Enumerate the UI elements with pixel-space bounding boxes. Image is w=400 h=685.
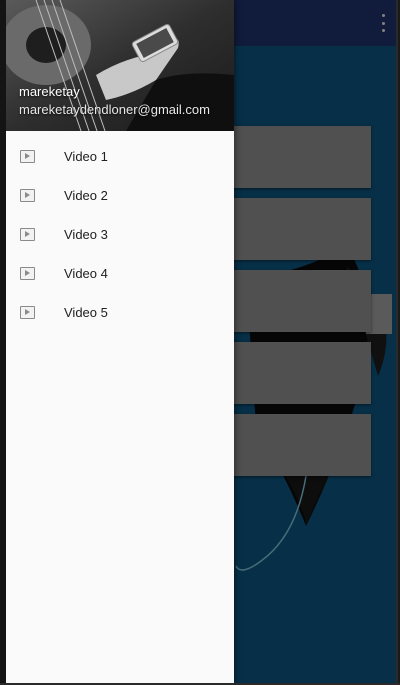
play-icon <box>20 306 35 319</box>
drawer-header: mareketay mareketaydendloner@gmail.com <box>6 0 234 131</box>
nav-item-label: Video 1 <box>64 149 108 164</box>
play-icon <box>20 189 35 202</box>
nav-item-video-5[interactable]: Video 5 <box>6 293 234 332</box>
nav-item-label: Video 5 <box>64 305 108 320</box>
user-name: mareketay <box>19 84 80 99</box>
nav-item-video-3[interactable]: Video 3 <box>6 215 234 254</box>
nav-item-label: Video 3 <box>64 227 108 242</box>
play-icon <box>20 150 35 163</box>
navigation-drawer: mareketay mareketaydendloner@gmail.com V… <box>6 0 234 683</box>
nav-item-video-2[interactable]: Video 2 <box>6 176 234 215</box>
play-icon <box>20 228 35 241</box>
emulator-screen: mareketay mareketaydendloner@gmail.com V… <box>6 0 398 683</box>
drawer-nav-list: Video 1 Video 2 Video 3 Video 4 Video 5 <box>6 137 234 332</box>
nav-item-video-1[interactable]: Video 1 <box>6 137 234 176</box>
nav-item-label: Video 2 <box>64 188 108 203</box>
play-icon <box>20 267 35 280</box>
nav-item-label: Video 4 <box>64 266 108 281</box>
drawer-scrim[interactable] <box>234 0 396 683</box>
nav-item-video-4[interactable]: Video 4 <box>6 254 234 293</box>
user-email: mareketaydendloner@gmail.com <box>19 102 210 117</box>
